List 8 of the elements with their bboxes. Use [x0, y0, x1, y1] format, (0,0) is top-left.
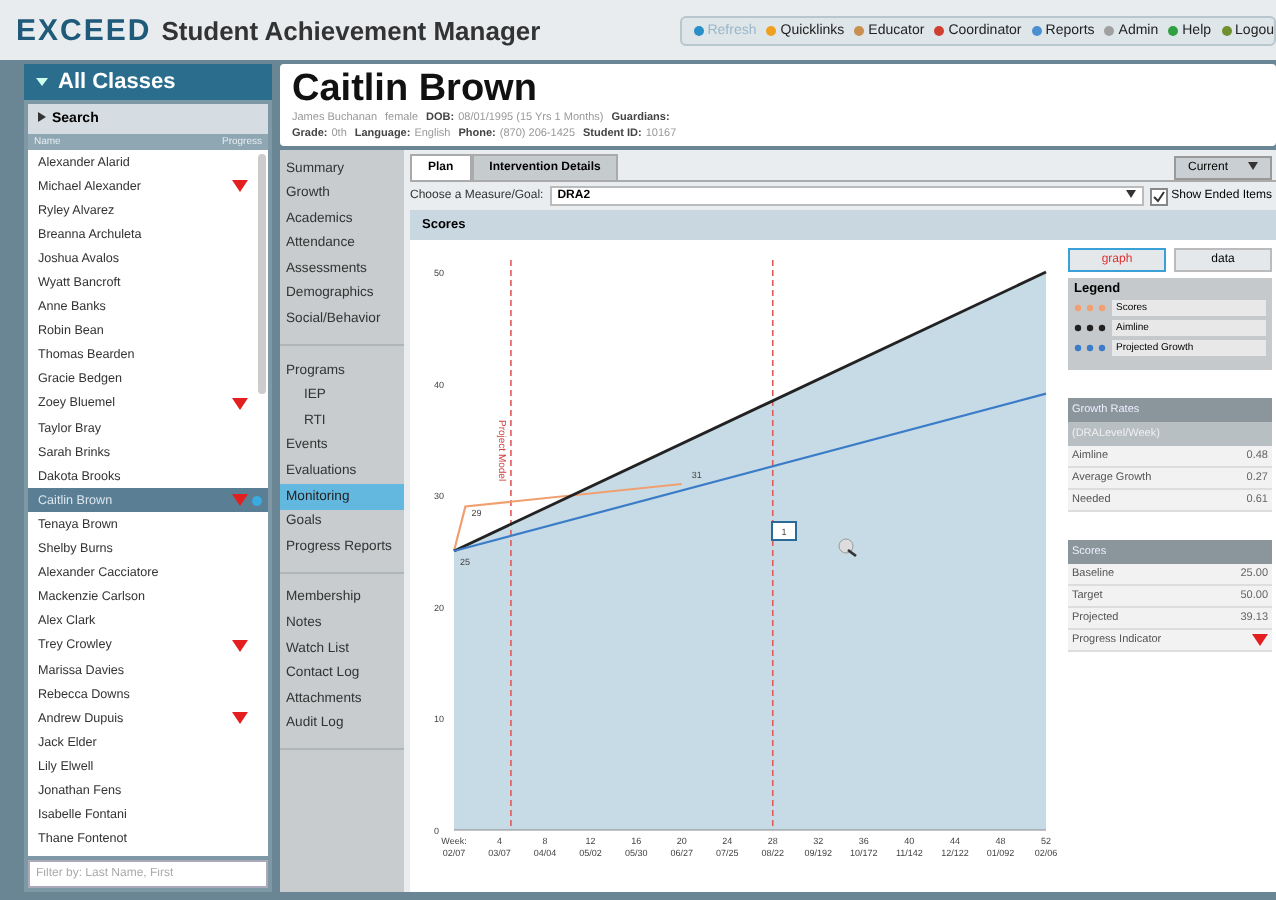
caret-icon: [1248, 161, 1258, 169]
app-logo: EXCEED: [16, 13, 152, 47]
student-name: Caitlin Brown: [292, 68, 539, 110]
all-classes-header[interactable]: All Classes: [24, 64, 272, 100]
show-ended-checkbox[interactable]: [1149, 187, 1168, 205]
app-title: Student Achievement Manager: [161, 15, 541, 45]
caret-icon: [1125, 190, 1136, 198]
expand-arrow-icon: [38, 112, 46, 122]
